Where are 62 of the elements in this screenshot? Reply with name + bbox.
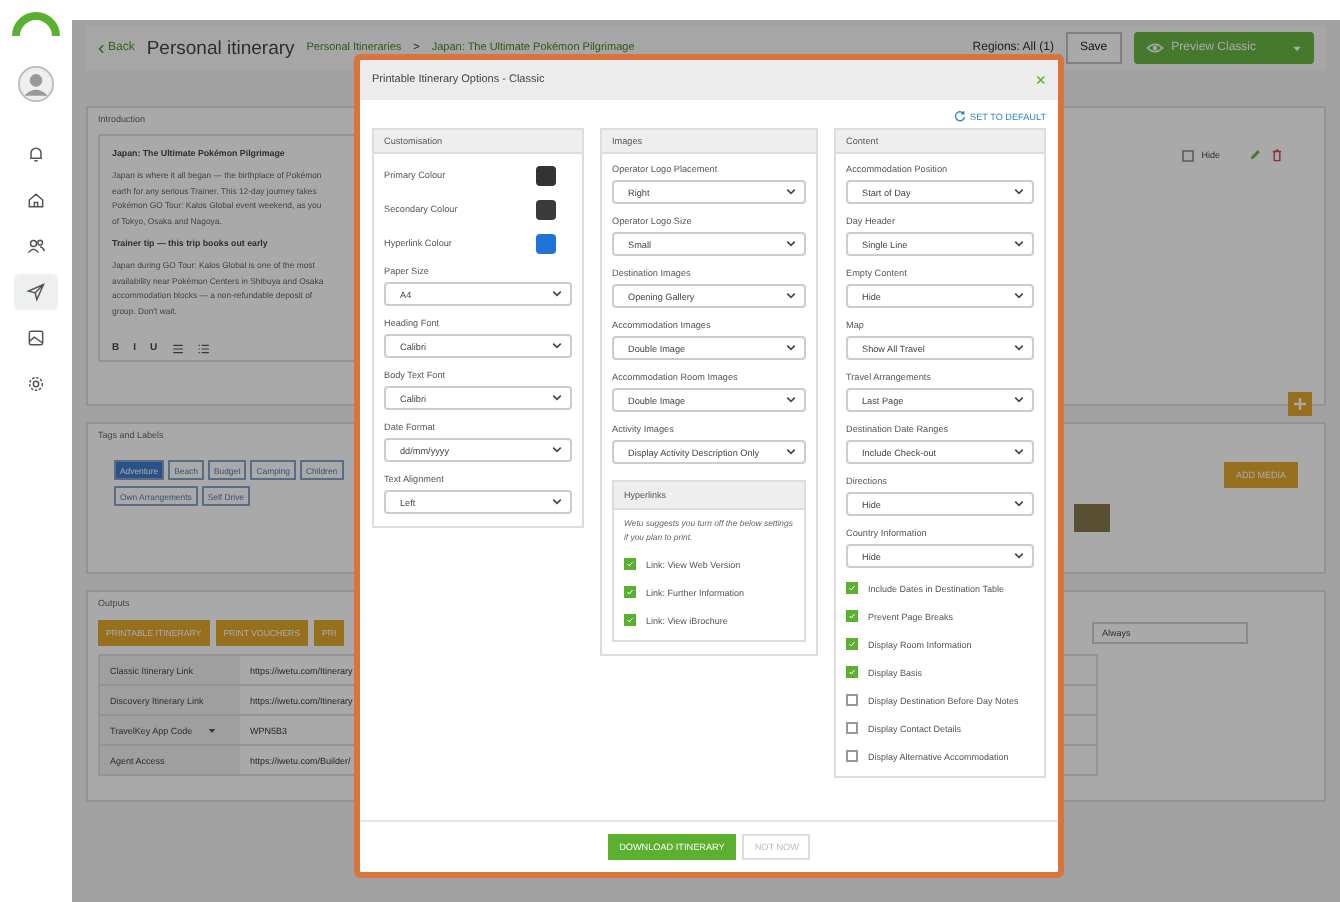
home-icon [26,190,46,210]
checkmark-icon [848,584,856,592]
chevron-down-icon [786,396,796,404]
list-icon[interactable] [171,343,184,353]
refresh-icon [954,110,967,122]
list-icon[interactable] [197,343,210,353]
color-swatch[interactable] [536,199,556,219]
checkmark-icon [848,612,856,620]
pencil-icon[interactable] [1248,148,1262,162]
chevron-down-icon [786,344,796,352]
chevron-down-icon [552,342,562,350]
chevron-down-icon [786,188,796,196]
chevron-down-icon [1014,188,1024,196]
chevron-down-icon [786,292,796,300]
chevron-down-icon [552,498,562,506]
checkmark-icon [848,668,856,676]
checkbox[interactable] [846,610,858,622]
caret-icon[interactable] [208,727,217,733]
checkmark-icon [626,616,634,624]
checkbox[interactable] [846,750,858,762]
chevron-down-icon [552,446,562,454]
chevron-down-icon [1014,292,1024,300]
checkbox[interactable] [624,614,636,626]
trash-icon[interactable] [1270,148,1284,162]
chevron-down-icon [1014,396,1024,404]
checkmark-icon [626,560,634,568]
checkbox[interactable] [846,582,858,594]
checkbox[interactable] [624,586,636,598]
send-icon [26,282,46,302]
checkbox[interactable] [624,558,636,570]
chevron-down-icon [1014,344,1024,352]
checkbox[interactable] [1181,149,1194,161]
color-swatch[interactable] [536,165,556,185]
chevron-down-icon [1014,500,1024,508]
image-icon [26,328,46,348]
avatar-icon [18,66,54,102]
chevron-down-icon [552,394,562,402]
photo-placeholder [1074,504,1110,532]
chevron-down-icon [1014,448,1024,456]
plus-icon [1292,396,1308,412]
checkbox[interactable] [846,666,858,678]
color-swatch[interactable] [536,233,556,253]
chevron-down-icon [552,290,562,298]
checkbox[interactable] [846,638,858,650]
add-button[interactable] [1288,392,1312,416]
checkmark-icon [848,640,856,648]
send-nav-item[interactable] [14,274,58,310]
chevron-down-icon [786,448,796,456]
chevron-down-icon [1014,552,1024,560]
checkbox[interactable] [846,722,858,734]
checkbox[interactable] [846,694,858,706]
chevron-down-icon [786,240,796,248]
bell-icon [26,144,46,164]
caret-icon [1292,45,1302,51]
chevron-down-icon [1014,240,1024,248]
gear-icon [26,374,46,394]
people-icon [26,236,46,256]
chevron-left-icon [98,43,104,53]
eye-icon [1145,42,1164,54]
checkmark-icon [626,588,634,596]
page-title: Personal itinerary [146,37,295,59]
arch-logo [12,12,60,36]
